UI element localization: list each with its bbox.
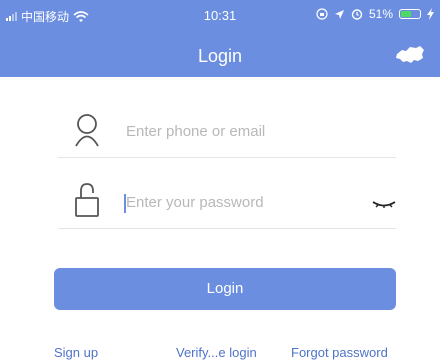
user-icon <box>75 114 99 147</box>
alarm-icon <box>351 9 363 20</box>
battery-percent: 51% <box>368 7 393 21</box>
map-icon[interactable] <box>394 44 426 68</box>
lock-icon <box>75 183 99 217</box>
header: 中国移动 10:31 51% Login <box>0 0 440 77</box>
lock-rotation-icon <box>316 8 328 20</box>
page-title: Login <box>197 46 243 66</box>
status-bar: 中国移动 10:31 51% <box>0 0 440 30</box>
status-right: 51% <box>316 7 434 21</box>
account-input[interactable]: Enter phone or email <box>126 123 265 140</box>
account-field[interactable]: Enter phone or email <box>58 86 396 158</box>
charging-icon <box>427 8 434 20</box>
eye-closed-icon[interactable] <box>372 199 396 209</box>
password-field[interactable]: Enter your password <box>58 157 396 229</box>
location-icon <box>334 9 344 19</box>
battery-icon <box>399 9 421 19</box>
login-button[interactable]: Login <box>54 268 396 310</box>
password-input[interactable]: Enter your password <box>126 194 264 211</box>
